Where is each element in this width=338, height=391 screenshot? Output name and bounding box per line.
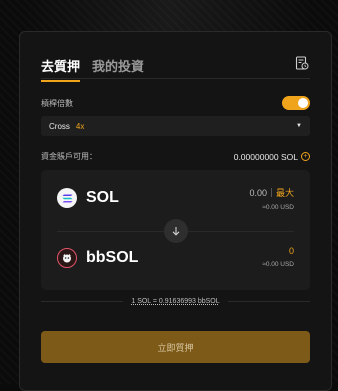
history-doc-icon[interactable] xyxy=(295,56,309,70)
from-amount-input[interactable]: 0.00 xyxy=(249,188,267,198)
bbsol-logo-icon xyxy=(57,248,77,268)
available-value: 0.00000000 SOL xyxy=(233,151,298,162)
max-button[interactable]: 最大 xyxy=(276,186,294,199)
exchange-rate-row: 1 SOL = 0.91636993 bbSOL xyxy=(41,298,311,305)
swap-box: SOL 0.00 最大 ≈0.00 USD bbSOL 0 ≈0.00 USD xyxy=(41,170,310,290)
caret-down-icon: ▼ xyxy=(296,123,302,129)
margin-mode-select[interactable]: Cross 4x ▼ xyxy=(41,116,310,136)
available-label: 資金賬戶可用： xyxy=(41,152,97,161)
leverage-label: 槓桿倍數 xyxy=(41,98,73,108)
plus-circle-icon[interactable]: + xyxy=(301,152,310,161)
leverage-row: 槓桿倍數 xyxy=(41,96,310,110)
tab-divider xyxy=(41,78,310,79)
from-usd-value: ≈0.00 USD xyxy=(262,204,294,211)
rate-divider-right xyxy=(227,301,311,302)
leverage-toggle[interactable] xyxy=(282,96,310,110)
rate-divider-left xyxy=(41,301,124,302)
amount-separator xyxy=(270,188,272,197)
to-token-row: bbSOL 0 ≈0.00 USD xyxy=(41,238,310,288)
exchange-rate: 1 SOL = 0.91636993 bbSOL xyxy=(131,298,220,305)
to-usd-value: ≈0.00 USD xyxy=(262,261,294,268)
sol-logo-icon xyxy=(57,188,77,208)
leverage-value: 4x xyxy=(75,121,85,131)
from-token-name: SOL xyxy=(86,189,119,206)
stake-now-button[interactable]: 立即質押 xyxy=(41,331,310,363)
available-balance-row: 資金賬戶可用： 0.00000000 SOL + xyxy=(41,151,310,162)
to-amount-value: 0 xyxy=(288,246,294,256)
staking-card: 去質押 我的投資 槓桿倍數 Cross 4x ▼ 資金賬戶可用： 0.00000… xyxy=(19,31,332,391)
to-token-name: bbSOL xyxy=(86,249,139,266)
margin-mode-value: Cross xyxy=(49,121,70,131)
